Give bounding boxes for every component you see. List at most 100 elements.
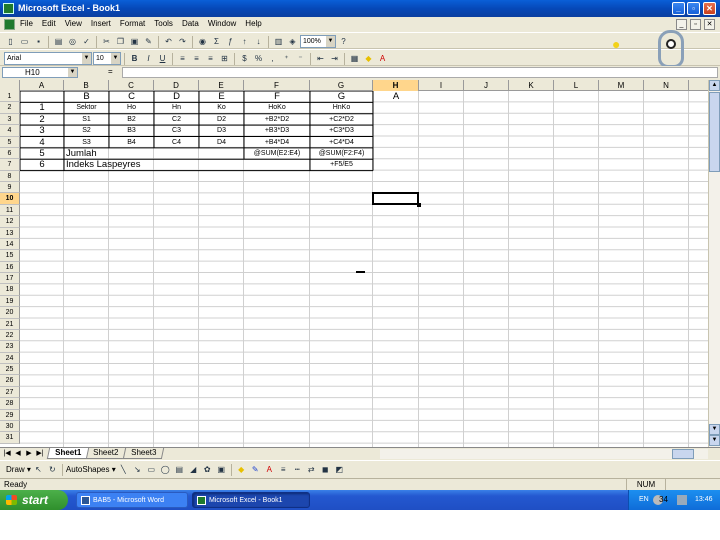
mdi-close-button[interactable]: ✕ [704,19,715,30]
cell-e5[interactable]: D4 [199,137,244,148]
underline-icon[interactable]: U [156,52,169,65]
cell-f4[interactable]: +B3*D3 [244,125,310,136]
line-icon[interactable]: ╲ [117,463,130,476]
cell-e1[interactable]: E [199,91,244,102]
column-header-k[interactable]: K [509,80,554,91]
sort-ascending-icon[interactable]: ↑ [238,35,251,48]
vertical-scrollbar[interactable]: ▲ ▼ ▼ [708,80,720,447]
sort-descending-icon[interactable]: ↓ [252,35,265,48]
cell-a6[interactable]: 5 [20,148,64,159]
column-header-n[interactable]: N [644,80,689,91]
function-icon[interactable]: ƒ [224,35,237,48]
column-header-a[interactable]: A [20,80,64,91]
print-preview-icon[interactable]: ◎ [66,35,79,48]
cell-g4[interactable]: +C3*D3 [310,125,373,136]
previous-sheet-icon[interactable]: ◀ [13,449,23,459]
font-size-combo[interactable]: 10 ▼ [93,52,121,65]
menu-window[interactable]: Window [208,19,236,28]
formula-input[interactable] [122,67,718,78]
row-header-7[interactable]: 7 [0,159,20,171]
scroll-down-icon[interactable]: ▼ [709,435,720,446]
cell-d2[interactable]: Hn [154,102,199,113]
column-header-c[interactable]: C [109,80,154,91]
chart-wizard-icon[interactable]: ▥ [272,35,285,48]
menu-format[interactable]: Format [120,19,145,28]
column-header-d[interactable]: D [154,80,199,91]
italic-icon[interactable]: I [142,52,155,65]
font-combo[interactable]: Arial ▼ [4,52,92,65]
scroll-down-icon[interactable]: ▼ [709,424,720,435]
print-icon[interactable]: ▤ [52,35,65,48]
autoshapes-menu-button[interactable]: AutoShapes ▾ [66,465,116,474]
increase-indent-icon[interactable]: ⇥ [328,52,341,65]
row-header-8[interactable]: 8 [0,170,20,182]
cell-e2[interactable]: Ko [199,102,244,113]
rectangle-icon[interactable]: ▭ [145,463,158,476]
free-rotate-icon[interactable]: ↻ [46,463,59,476]
cell-f5[interactable]: +B4*D4 [244,137,310,148]
redo-icon[interactable]: ↷ [176,35,189,48]
shadow-icon[interactable]: ◼ [319,463,332,476]
row-header-6[interactable]: 6 [0,147,20,160]
cell-b7[interactable]: Indeks Laspeyres [66,159,140,170]
cell-g3[interactable]: +C2*D2 [310,114,373,125]
cell-c3[interactable]: B2 [109,114,154,125]
chevron-down-icon[interactable]: ▼ [68,68,77,77]
row-header-20[interactable]: 20 [0,307,20,319]
cell-a5[interactable]: 4 [20,137,64,148]
row-header-11[interactable]: 11 [0,204,20,217]
row-header-24[interactable]: 24 [0,352,20,364]
row-header-26[interactable]: 26 [0,375,20,387]
menu-help[interactable]: Help [245,19,261,28]
increase-decimal-icon[interactable]: ⁺ [280,52,293,65]
zoom-combo[interactable]: 100% ▼ [300,35,336,48]
row-header-10[interactable]: 10 [0,193,20,205]
sheet-tab-sheet3[interactable]: Sheet3 [122,448,165,459]
language-indicator[interactable]: EN [639,496,649,503]
cell-a3[interactable]: 2 [20,114,64,125]
column-header-f[interactable]: F [244,80,310,91]
decrease-indent-icon[interactable]: ⇤ [314,52,327,65]
cell-g2[interactable]: HnKo [310,102,373,113]
insert-picture-icon[interactable]: ▣ [215,463,228,476]
cell-f1[interactable]: F [244,91,310,102]
column-header-i[interactable]: I [419,80,464,91]
row-header-31[interactable]: 31 [0,432,20,444]
mdi-restore-button[interactable]: ▫ [690,19,701,30]
fill-color-icon[interactable]: ◆ [235,463,248,476]
chevron-down-icon[interactable]: ▼ [326,36,335,47]
row-header-25[interactable]: 25 [0,364,20,376]
cell-d1[interactable]: D [154,91,199,102]
menu-edit[interactable]: Edit [42,19,56,28]
column-header-g[interactable]: G [310,80,373,91]
fill-color-icon[interactable]: ◆ [362,52,375,65]
column-header-j[interactable]: J [464,80,509,91]
menu-tools[interactable]: Tools [154,19,173,28]
comma-icon[interactable]: , [266,52,279,65]
chevron-down-icon[interactable]: ▼ [111,53,120,64]
row-header-23[interactable]: 23 [0,341,20,353]
taskbar-word-button[interactable]: BAB5 - Microsoft Word [76,492,188,508]
drawn-line-shape[interactable] [356,271,365,273]
new-icon[interactable]: ▯ [4,35,17,48]
cell-b3[interactable]: S1 [64,114,109,125]
worksheet-grid[interactable]: ABCDEFGHIJKLMN 1 2 3 4 5 6 7 8 9 10 11 12 13 14 15 16 17… [0,80,708,447]
cell-e4[interactable]: D3 [199,125,244,136]
open-icon[interactable]: ▭ [18,35,31,48]
workbook-icon[interactable] [4,19,15,30]
row-header-12[interactable]: 12 [0,216,20,228]
mdi-minimize-button[interactable]: _ [676,19,687,30]
align-right-icon[interactable]: ≡ [204,52,217,65]
minimize-button[interactable]: _ [672,2,685,15]
column-header-e[interactable]: E [199,80,244,91]
row-header-5[interactable]: 5 [0,136,20,148]
scroll-thumb[interactable] [672,449,694,459]
cell-d3[interactable]: C2 [154,114,199,125]
menu-insert[interactable]: Insert [91,19,111,28]
line-style-icon[interactable]: ≡ [277,463,290,476]
copy-icon[interactable]: ❐ [114,35,127,48]
select-all-button[interactable] [0,80,20,91]
chevron-down-icon[interactable]: ▼ [82,53,91,64]
row-header-17[interactable]: 17 [0,273,20,285]
row-header-14[interactable]: 14 [0,238,20,251]
